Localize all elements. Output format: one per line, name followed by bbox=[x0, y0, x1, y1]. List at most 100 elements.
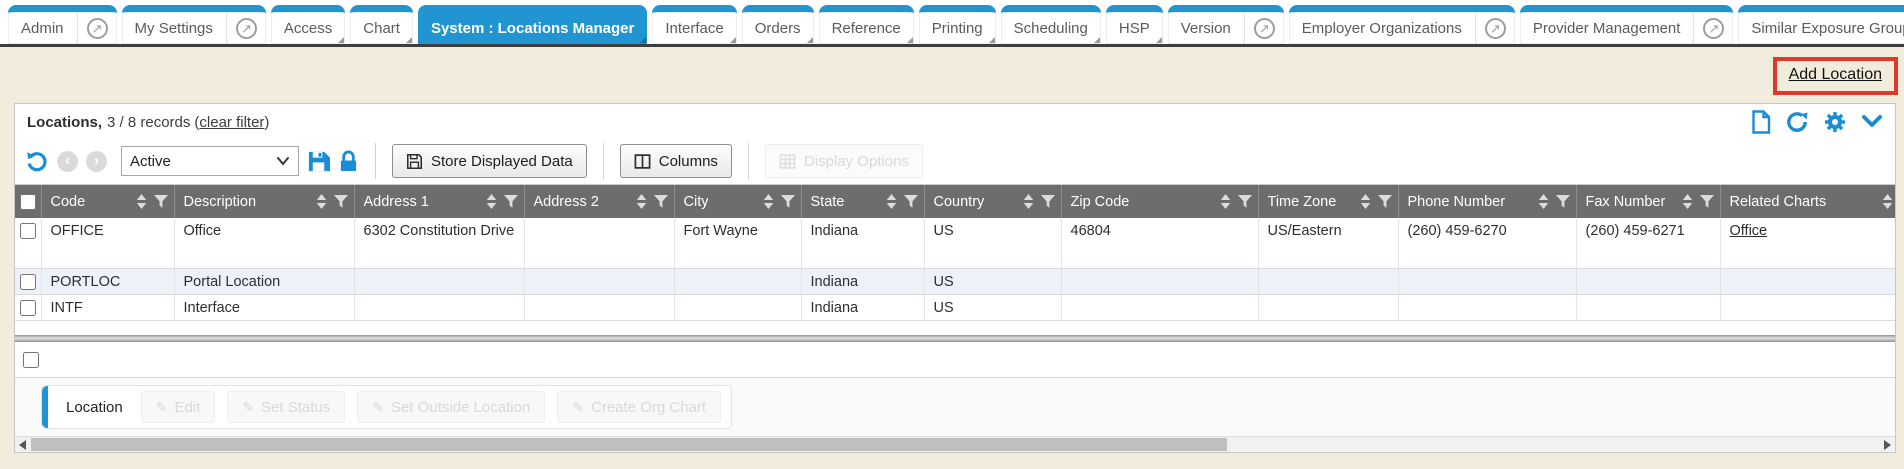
sort-icon[interactable] bbox=[1538, 194, 1549, 209]
filter-funnel-icon[interactable] bbox=[654, 195, 668, 209]
sort-icon[interactable] bbox=[1882, 194, 1893, 209]
scroll-right-arrow-icon[interactable] bbox=[1884, 440, 1891, 450]
status-filter-select[interactable]: Active bbox=[121, 146, 299, 176]
related-chart-link[interactable]: Office bbox=[1730, 223, 1768, 239]
tab-orders[interactable]: Orders bbox=[742, 5, 814, 44]
sort-icon[interactable] bbox=[316, 194, 327, 209]
create-org-chart-button[interactable]: ✎Create Org Chart bbox=[557, 391, 721, 423]
column-header-zip-code[interactable]: Zip Code bbox=[1061, 185, 1258, 218]
table-cell: US bbox=[924, 294, 1061, 320]
table-cell: Indiana bbox=[801, 218, 924, 268]
display-options-button[interactable]: Display Options bbox=[765, 144, 923, 178]
store-displayed-data-button[interactable]: Store Displayed Data bbox=[392, 144, 587, 178]
tab-provider-management[interactable]: Provider Management↗ bbox=[1520, 5, 1734, 44]
filter-funnel-icon[interactable] bbox=[1700, 195, 1714, 209]
column-header-state[interactable]: State bbox=[801, 185, 924, 218]
next-page-button[interactable]: › bbox=[86, 151, 107, 172]
tab-employer-organizations[interactable]: Employer Organizations↗ bbox=[1289, 5, 1515, 44]
row-checkbox[interactable] bbox=[20, 274, 36, 290]
footer-select-all-checkbox[interactable] bbox=[23, 352, 39, 368]
column-header-city[interactable]: City bbox=[674, 185, 801, 218]
tab-my-settings[interactable]: My Settings ↗ bbox=[122, 5, 266, 44]
scroll-left-arrow-icon[interactable] bbox=[19, 440, 26, 450]
open-external-icon[interactable]: ↗ bbox=[1244, 12, 1284, 44]
open-external-icon[interactable]: ↗ bbox=[1693, 12, 1733, 44]
tab-scheduling[interactable]: Scheduling bbox=[1001, 5, 1101, 44]
column-header-related-charts[interactable]: Related Charts bbox=[1720, 185, 1895, 218]
filter-funnel-icon[interactable] bbox=[781, 195, 795, 209]
refresh-icon[interactable] bbox=[1785, 110, 1809, 134]
tab-chart[interactable]: Chart bbox=[350, 5, 413, 44]
open-external-icon[interactable]: ↗ bbox=[77, 12, 117, 44]
tab-label: My Settings bbox=[122, 20, 226, 37]
horizontal-scrollbar[interactable] bbox=[15, 436, 1895, 452]
column-header-time-zone[interactable]: Time Zone bbox=[1258, 185, 1398, 218]
external-arrow-icon: ↗ bbox=[236, 18, 257, 39]
table-cell: (260) 459-6271 bbox=[1576, 218, 1720, 268]
sort-icon[interactable] bbox=[1220, 194, 1231, 209]
table-cell bbox=[354, 294, 524, 320]
column-header-code[interactable]: Code bbox=[41, 185, 174, 218]
set-status-button[interactable]: ✎Set Status bbox=[227, 391, 345, 423]
collapse-chevron-icon[interactable] bbox=[1861, 113, 1883, 131]
row-checkbox[interactable] bbox=[20, 300, 36, 316]
filter-funnel-icon[interactable] bbox=[1041, 195, 1055, 209]
row-checkbox[interactable] bbox=[20, 223, 36, 239]
columns-button[interactable]: Columns bbox=[620, 144, 732, 178]
sort-icon[interactable] bbox=[636, 194, 647, 209]
tab-system-locations-manager[interactable]: System : Locations Manager bbox=[418, 5, 647, 44]
save-filter-icon[interactable] bbox=[307, 150, 330, 173]
sort-icon[interactable] bbox=[136, 194, 147, 209]
filter-funnel-icon[interactable] bbox=[1556, 195, 1570, 209]
filter-funnel-icon[interactable] bbox=[154, 195, 168, 209]
filter-funnel-icon[interactable] bbox=[904, 195, 918, 209]
column-header-description[interactable]: Description bbox=[174, 185, 354, 218]
tab-hsp[interactable]: HSP bbox=[1106, 5, 1163, 44]
table-row[interactable]: INTFInterfaceIndianaUS bbox=[15, 294, 1895, 320]
sort-icon[interactable] bbox=[486, 194, 497, 209]
clear-filter-link[interactable]: clear filter bbox=[199, 114, 264, 131]
undo-icon[interactable] bbox=[25, 149, 49, 173]
tab-version[interactable]: Version↗ bbox=[1168, 5, 1284, 44]
filter-funnel-icon[interactable] bbox=[1238, 195, 1252, 209]
scrollbar-thumb[interactable] bbox=[31, 438, 1227, 451]
sort-icon[interactable] bbox=[886, 194, 897, 209]
filter-funnel-icon[interactable] bbox=[504, 195, 518, 209]
grid-header: Locations, 3 / 8 records (clear filter) bbox=[15, 104, 1895, 138]
tab-interface[interactable]: Interface bbox=[652, 5, 736, 44]
sort-icon[interactable] bbox=[1360, 194, 1371, 209]
tab-reference[interactable]: Reference bbox=[819, 5, 914, 44]
column-header-country[interactable]: Country bbox=[924, 185, 1061, 218]
column-header-address-1[interactable]: Address 1 bbox=[354, 185, 524, 218]
select-all-checkbox[interactable] bbox=[20, 194, 36, 210]
table-row[interactable]: OFFICEOffice6302 Constitution DriveFort … bbox=[15, 218, 1895, 268]
gear-icon[interactable] bbox=[1823, 110, 1847, 134]
column-header-phone-number[interactable]: Phone Number bbox=[1398, 185, 1576, 218]
related-charts-cell: Office bbox=[1720, 218, 1895, 268]
store-displayed-data-label: Store Displayed Data bbox=[431, 153, 573, 170]
table-cell: PORTLOC bbox=[41, 268, 174, 294]
external-arrow-icon: ↗ bbox=[87, 18, 108, 39]
tab-access[interactable]: Access bbox=[271, 5, 345, 44]
lock-filter-icon[interactable] bbox=[338, 150, 359, 173]
filter-funnel-icon[interactable] bbox=[334, 195, 348, 209]
edit-button[interactable]: ✎Edit bbox=[141, 391, 216, 423]
open-external-icon[interactable]: ↗ bbox=[1475, 12, 1515, 44]
related-charts-cell bbox=[1720, 268, 1895, 294]
tab-similar-exposure-groups-segs[interactable]: Similar Exposure Groups (SEGs)↗ bbox=[1738, 5, 1904, 44]
set-outside-location-button[interactable]: ✎Set Outside Location bbox=[357, 391, 545, 423]
column-header-address-2[interactable]: Address 2 bbox=[524, 185, 674, 218]
sort-icon[interactable] bbox=[1023, 194, 1034, 209]
tab-admin[interactable]: Admin↗ bbox=[8, 5, 117, 44]
column-header-fax-number[interactable]: Fax Number bbox=[1576, 185, 1720, 218]
add-location-link[interactable]: Add Location bbox=[1789, 66, 1882, 83]
filter-funnel-icon[interactable] bbox=[1378, 195, 1392, 209]
tab-printing[interactable]: Printing bbox=[919, 5, 996, 44]
table-row[interactable]: PORTLOCPortal LocationIndianaUS bbox=[15, 268, 1895, 294]
new-document-icon[interactable] bbox=[1751, 110, 1771, 134]
sort-icon[interactable] bbox=[1682, 194, 1693, 209]
prev-page-button[interactable]: ‹ bbox=[57, 151, 78, 172]
sort-icon[interactable] bbox=[763, 194, 774, 209]
grid-splitter[interactable] bbox=[15, 335, 1895, 342]
open-external-icon[interactable]: ↗ bbox=[226, 12, 266, 44]
